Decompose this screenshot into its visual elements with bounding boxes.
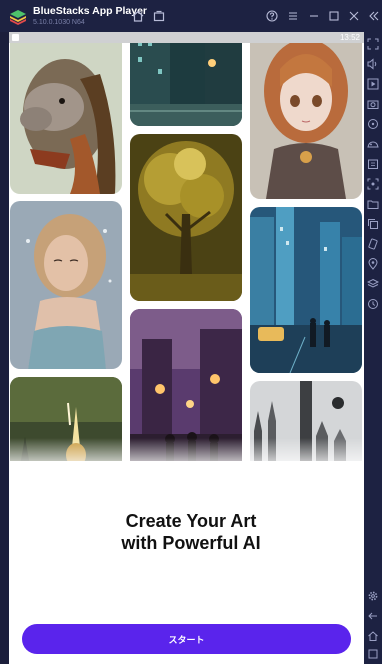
folder-icon[interactable]: [367, 198, 379, 210]
status-time: 13:52: [339, 33, 360, 42]
collapse-sidebar-icon[interactable]: [367, 9, 381, 23]
headline-line-1: Create Your Art: [125, 511, 257, 531]
minimize-icon[interactable]: [307, 9, 321, 23]
onboarding-headline: Create Your Art with Powerful AI: [9, 510, 364, 554]
macro-icon[interactable]: [367, 118, 379, 130]
layers-icon[interactable]: [367, 278, 379, 290]
headline-line-2: with Powerful AI: [121, 533, 261, 553]
gallery-fade: [9, 438, 364, 461]
menu-icon[interactable]: [286, 9, 300, 23]
copy-icon[interactable]: [367, 218, 379, 230]
shake-icon[interactable]: [367, 238, 379, 250]
gallery-tile-woman: [10, 201, 122, 369]
android-screen: 13:52 Create Your Art with Powerful AI ス…: [9, 32, 364, 664]
gallery-tile-anime-girl: [250, 43, 362, 199]
close-icon[interactable]: [347, 9, 361, 23]
gallery-tile-golden-tree: [130, 134, 242, 301]
android-home-icon[interactable]: [367, 630, 379, 642]
apk-icon[interactable]: [367, 158, 379, 170]
home-icon[interactable]: [131, 9, 145, 23]
android-status-bar: 13:52: [9, 32, 364, 43]
title-bar: BlueStacks App Player 5.10.0.1030 N64: [0, 0, 382, 32]
back-icon[interactable]: [367, 610, 379, 622]
recents-icon[interactable]: [367, 648, 379, 660]
multi-instance-icon[interactable]: [152, 9, 166, 23]
help-icon[interactable]: [265, 9, 279, 23]
bluestacks-logo-icon: [10, 10, 26, 25]
media-icon[interactable]: [367, 78, 379, 90]
fullscreen-icon[interactable]: [367, 38, 379, 50]
gallery-tile-city-night: [130, 43, 242, 126]
screen-capture-icon[interactable]: [367, 178, 379, 190]
app-version: 5.10.0.1030 N64: [33, 19, 85, 26]
start-button[interactable]: スタート: [22, 624, 351, 654]
controls-icon[interactable]: [367, 138, 379, 150]
notification-indicator-icon: [12, 34, 19, 41]
settings-icon[interactable]: [367, 590, 379, 602]
maximize-icon[interactable]: [327, 9, 341, 23]
art-gallery: [9, 43, 364, 461]
app-title: BlueStacks App Player: [33, 5, 147, 17]
eco-icon[interactable]: [367, 298, 379, 310]
volume-icon[interactable]: [367, 58, 379, 70]
location-icon[interactable]: [367, 258, 379, 270]
screenshot-icon[interactable]: [367, 98, 379, 110]
gallery-tile-rainy-city: [250, 207, 362, 373]
gallery-tile-llama: [10, 43, 122, 194]
bluestacks-window: BlueStacks App Player 5.10.0.1030 N64 13…: [0, 0, 382, 664]
side-toolbar: [364, 32, 382, 664]
